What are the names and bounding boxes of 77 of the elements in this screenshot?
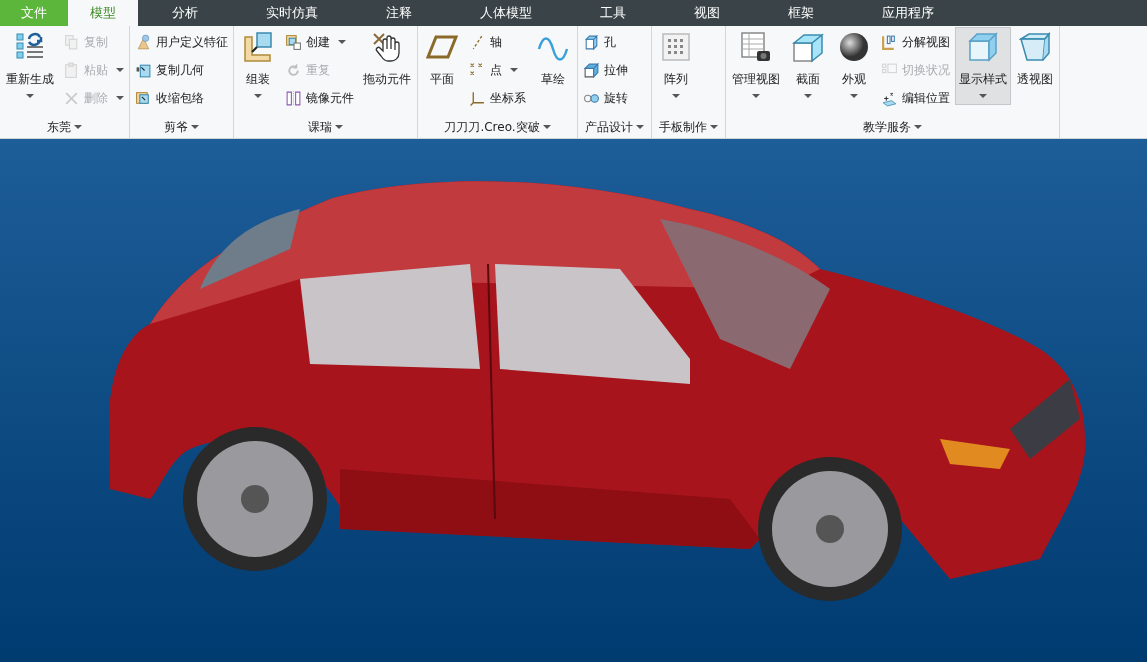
ribbon-button[interactable]: 坐标系 — [467, 86, 528, 110]
cube-icon — [967, 31, 999, 63]
ribbon-button[interactable]: 显示样式 — [956, 28, 1010, 104]
caret-icon — [914, 125, 922, 129]
ribbon-button[interactable]: 轴 — [467, 30, 528, 54]
ribbon-button[interactable]: 点 — [467, 58, 528, 82]
caret-icon — [74, 125, 82, 129]
table-camera-icon — [740, 31, 772, 63]
caret-icon — [672, 94, 680, 98]
tab[interactable]: 分析 — [138, 0, 232, 26]
axes-icon — [469, 89, 486, 107]
square-arrow-icon — [135, 89, 152, 107]
caret-icon — [542, 125, 551, 129]
cube-icon — [792, 31, 824, 63]
ribbon-button[interactable]: 旋转 — [581, 86, 630, 110]
caret-icon — [710, 125, 718, 129]
caret-icon — [191, 125, 199, 129]
caret-icon — [510, 68, 518, 72]
caret-icon — [804, 94, 812, 98]
l-bracket-icon — [242, 31, 274, 63]
caret-icon — [254, 94, 262, 98]
tab[interactable]: 框架 — [754, 0, 848, 26]
ribbon-button[interactable]: 创建 — [283, 30, 356, 54]
ribbon-button[interactable]: 重新生成 — [3, 28, 57, 104]
ribbon-button[interactable]: 拉伸 — [581, 58, 630, 82]
tab[interactable]: 工具 — [566, 0, 660, 26]
tab[interactable]: 模型 — [68, 0, 138, 26]
group-label-button[interactable]: 刀刀刀.Creo.突破 — [440, 116, 555, 138]
ribbon-button[interactable]: 草绘 — [532, 28, 574, 104]
group-label-button[interactable]: 课瑞 — [304, 116, 347, 138]
ribbon-button[interactable]: 孔 — [581, 30, 630, 54]
ribbon-button[interactable]: 平面 — [421, 28, 463, 104]
caret-icon — [636, 125, 644, 129]
tab[interactable]: 实时仿真 — [232, 0, 352, 26]
mirror-icon — [285, 89, 302, 107]
group-label-button[interactable]: 手板制作 — [655, 116, 722, 138]
ribbon-button[interactable]: 收缩包络 — [133, 86, 230, 110]
caret-icon — [335, 125, 343, 129]
group-label-button[interactable]: 教学服务 — [859, 116, 926, 138]
ribbon-button[interactable]: 镜像元件 — [283, 86, 356, 110]
caret-icon — [116, 96, 124, 100]
ribbon-button[interactable]: 阵列 — [655, 28, 697, 104]
caret-icon — [116, 68, 124, 72]
ribbon-button[interactable]: 透视图 — [1014, 28, 1056, 104]
ribbon-button[interactable]: 管理视图 — [729, 28, 783, 104]
caret-icon — [850, 94, 858, 98]
caret-icon — [979, 94, 987, 98]
tab[interactable]: 应用程序 — [848, 0, 968, 26]
cube-icon — [583, 33, 600, 51]
ribbon-button[interactable]: 外观 — [833, 28, 875, 104]
ribbon-button[interactable]: 编辑位置 — [879, 86, 952, 110]
circular-arrow-icon — [285, 61, 302, 79]
caret-icon — [752, 94, 760, 98]
ribbon-button[interactable]: 拖动元件 — [360, 28, 414, 104]
ribbon-button[interactable]: 组装 — [237, 28, 279, 104]
caret-icon — [26, 94, 34, 98]
ribbon-button[interactable]: 用户定义特征 — [133, 30, 230, 54]
caret-icon — [338, 40, 346, 44]
tab[interactable]: 视图 — [660, 0, 754, 26]
sphere-icon — [838, 31, 870, 63]
ribbon-button[interactable]: 分解视图 — [879, 30, 952, 54]
transparent-box-icon — [1019, 31, 1051, 63]
document-icon — [63, 33, 80, 51]
tab[interactable]: 注释 — [352, 0, 446, 26]
group-label-button[interactable]: 产品设计 — [581, 116, 648, 138]
hand-icon — [371, 31, 403, 63]
cone-icon — [135, 33, 152, 51]
group-label-button[interactable]: 剪爷 — [160, 116, 203, 138]
squares-icon — [285, 33, 302, 51]
grid-icon — [660, 31, 692, 63]
tab[interactable]: 人体模型 — [446, 0, 566, 26]
group-label-button[interactable]: 东莞 — [43, 116, 86, 138]
bracket-icon — [881, 33, 898, 51]
ribbon-button[interactable]: 截面 — [787, 28, 829, 104]
ribbon-button[interactable]: 复制几何 — [133, 58, 230, 82]
clipboard-icon — [63, 61, 80, 79]
cube-icon — [583, 61, 600, 79]
